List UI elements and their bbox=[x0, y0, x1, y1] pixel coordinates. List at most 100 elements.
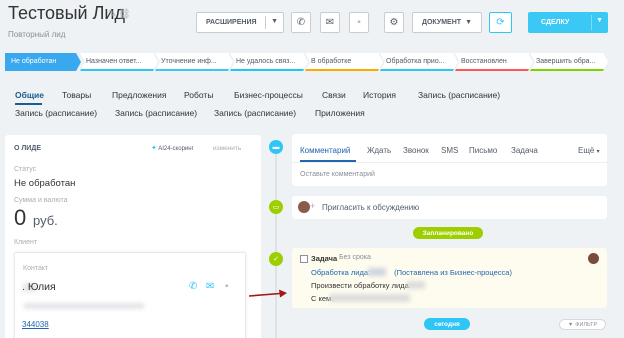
ai-scoring-label: AI24-скоринг bbox=[158, 146, 194, 152]
chat-icon: ▪ bbox=[357, 17, 361, 28]
stage-label: Завершить обра... bbox=[536, 58, 596, 65]
tab-call[interactable]: Звонок bbox=[403, 146, 429, 155]
deal-label: СДЕЛКУ bbox=[541, 19, 570, 26]
tab-sms[interactable]: SMS bbox=[441, 146, 458, 155]
client-label: Клиент bbox=[14, 239, 38, 246]
tab-booking[interactable]: Запись (расписание) bbox=[115, 108, 197, 118]
convert-icon: ⟳ bbox=[496, 17, 505, 28]
tab-booking[interactable]: Запись (расписание) bbox=[418, 90, 500, 100]
tab-links[interactable]: Связи bbox=[322, 90, 346, 100]
tab-wait[interactable]: Ждать bbox=[367, 146, 391, 155]
stage-label: Восстановлен bbox=[461, 58, 507, 65]
redacted-text bbox=[330, 294, 410, 302]
stage-item[interactable]: Завершить обра... bbox=[530, 53, 608, 71]
filter-label: ФИЛЬТР bbox=[575, 321, 598, 328]
filter-button[interactable]: ▼ ФИЛЬТР bbox=[559, 319, 606, 330]
settings-button[interactable]: ⚙ bbox=[384, 12, 404, 33]
link-icon[interactable]: ⛓ bbox=[118, 9, 131, 20]
create-deal-button[interactable]: СДЕЛКУ ▼ bbox=[528, 12, 608, 33]
tab-applications[interactable]: Приложения bbox=[315, 108, 365, 118]
status-label: Статус bbox=[14, 166, 37, 173]
tab-booking[interactable]: Запись (расписание) bbox=[214, 108, 296, 118]
tab-history[interactable]: История bbox=[363, 90, 396, 100]
divider bbox=[292, 162, 607, 163]
chevron-down-icon[interactable]: ▼ bbox=[596, 17, 603, 24]
email-button[interactable]: ✉ bbox=[320, 12, 340, 33]
phone-icon[interactable]: ✆ bbox=[189, 281, 197, 292]
tab-general[interactable]: Общие bbox=[15, 90, 44, 100]
extensions-button[interactable]: РАСШИРЕНИЯ ▼ bbox=[196, 12, 284, 33]
task-link[interactable]: Обработка лида: (Поставлена из Бизнес-про… bbox=[311, 268, 512, 277]
stage-item[interactable]: Не удалось связ... bbox=[230, 53, 308, 71]
chevron-down-icon: ▼ bbox=[465, 19, 472, 26]
document-button[interactable]: ДОКУМЕНТ ▼ bbox=[412, 12, 482, 33]
mail-icon: ✉ bbox=[325, 17, 335, 28]
comment-input[interactable]: Оставьте комментарий bbox=[300, 171, 375, 178]
task-description: Произвести обработку лида: bbox=[311, 281, 411, 290]
mail-icon[interactable]: ✉ bbox=[206, 281, 214, 292]
chevron-down-icon[interactable]: ▼ bbox=[271, 18, 278, 25]
filter-icon: ▼ bbox=[567, 321, 574, 328]
tab-task[interactable]: Задача bbox=[511, 146, 538, 155]
stage-label: Назначен ответ... bbox=[86, 58, 142, 65]
chat-button[interactable]: ▪ bbox=[349, 12, 369, 33]
amount-label: Сумма и валюта bbox=[14, 197, 68, 204]
task-link-suffix: (Поставлена из Бизнес-процесса) bbox=[394, 268, 512, 277]
stage-label: Обработка прио... bbox=[386, 58, 445, 65]
tab-products[interactable]: Товары bbox=[62, 90, 91, 100]
gear-icon: ⚙ bbox=[389, 17, 399, 28]
sparkle-icon: ✦ bbox=[151, 145, 157, 152]
tab-comment[interactable]: Комментарий bbox=[300, 146, 350, 155]
chat-bubble-icon: ▭ bbox=[269, 200, 283, 214]
task-link-prefix: Обработка лида: bbox=[311, 268, 371, 277]
invite-link[interactable]: Пригласить к обсуждению bbox=[322, 203, 419, 212]
avatar bbox=[588, 253, 599, 264]
convert-button[interactable]: ⟳ bbox=[489, 12, 512, 33]
stage-label: Не обработан bbox=[11, 58, 57, 65]
redacted-text bbox=[368, 268, 386, 276]
stage-label: Уточнение инф... bbox=[161, 58, 217, 65]
planned-badge: Запланировано bbox=[413, 227, 483, 239]
stage-item[interactable]: Восстановлен bbox=[455, 53, 533, 71]
stage-item[interactable]: Назначен ответ... bbox=[80, 53, 158, 71]
tab-business-processes[interactable]: Бизнес-процессы bbox=[234, 90, 303, 100]
tab-booking[interactable]: Запись (расписание) bbox=[15, 108, 97, 118]
lead-subtitle: Повторный лид bbox=[8, 30, 66, 39]
redacted-text bbox=[24, 303, 144, 309]
call-button[interactable]: ✆ bbox=[291, 12, 311, 33]
stage-item[interactable]: Уточнение инф... bbox=[155, 53, 233, 71]
more-label: Ещё bbox=[578, 146, 595, 155]
stage-label: Не удалось связ... bbox=[236, 58, 296, 65]
tab-robots[interactable]: Роботы bbox=[184, 90, 213, 100]
ai-scoring-button[interactable]: ✦ AI24-скоринг bbox=[151, 144, 194, 152]
pencil-icon[interactable]: ✎ bbox=[108, 9, 116, 20]
document-label: ДОКУМЕНТ bbox=[421, 19, 462, 26]
contact-phone-link[interactable]: 344038 bbox=[22, 320, 49, 329]
timeline-line bbox=[275, 145, 277, 338]
status-value[interactable]: Не обработан bbox=[14, 178, 75, 189]
task-title: Задача bbox=[311, 254, 338, 263]
currency-value: руб. bbox=[33, 213, 58, 228]
plus-icon[interactable]: + bbox=[310, 201, 315, 211]
stage-item[interactable]: В обработке bbox=[305, 53, 383, 71]
redacted-text bbox=[407, 281, 425, 289]
comment-icon: ▬ bbox=[269, 140, 283, 154]
task-checkbox[interactable] bbox=[300, 255, 308, 263]
tab-more[interactable]: Ещё ▾ bbox=[578, 146, 600, 155]
chevron-down-icon: ▾ bbox=[596, 149, 600, 155]
task-deadline[interactable]: Без срока bbox=[339, 254, 371, 261]
contact-name[interactable]: . Юлия bbox=[22, 281, 56, 293]
stage-item[interactable]: Обработка прио... bbox=[380, 53, 458, 71]
contact-label: Контакт bbox=[23, 265, 49, 272]
stage-item[interactable]: Не обработан bbox=[5, 53, 81, 71]
section-title: О ЛИДЕ bbox=[14, 145, 41, 152]
tab-quotes[interactable]: Предложения bbox=[112, 90, 166, 100]
extensions-label: РАСШИРЕНИЯ bbox=[206, 19, 257, 26]
chat-icon[interactable]: ▪ bbox=[225, 281, 229, 292]
change-link[interactable]: изменить bbox=[213, 145, 241, 152]
today-badge: сегодня bbox=[424, 318, 470, 330]
amount-value[interactable]: 0 bbox=[14, 205, 26, 231]
avatar bbox=[298, 201, 310, 213]
active-tab-indicator bbox=[15, 103, 42, 105]
tab-email[interactable]: Письмо bbox=[469, 146, 497, 155]
